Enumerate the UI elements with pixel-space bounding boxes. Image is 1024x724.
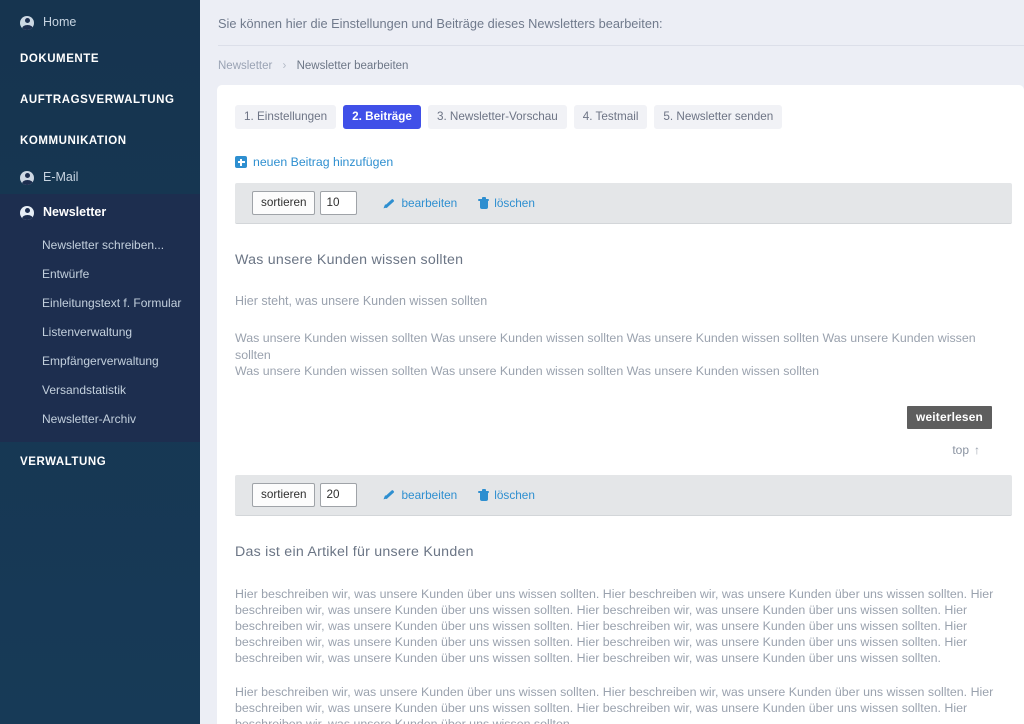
sidebar-subitem-newsletter-archiv[interactable]: Newsletter-Archiv: [0, 405, 200, 434]
sidebar-subitem-entwuerfe[interactable]: Entwürfe: [0, 260, 200, 289]
article-paragraph: Was unsere Kunden wissen sollten Was uns…: [235, 364, 820, 378]
edit-article-button[interactable]: bearbeiten: [383, 196, 457, 210]
user-circle-icon: [20, 15, 34, 30]
sidebar-item-email[interactable]: E-Mail: [0, 161, 200, 194]
pencil-icon: [383, 488, 396, 501]
delete-label: löschen: [494, 487, 535, 502]
sidebar: Home DOKUMENTE AUFTRAGSVERWALTUNG KOMMUN…: [0, 0, 200, 724]
breadcrumb: Newsletter › Newsletter bearbeiten: [200, 46, 1024, 85]
delete-article-button[interactable]: löschen: [478, 488, 535, 502]
sidebar-section-label: DOKUMENTE: [20, 53, 100, 65]
article-paragraph: Hier beschreiben wir, was unsere Kunden …: [235, 586, 994, 666]
article-toolbar: sortieren bearbeiten löschen: [235, 183, 1012, 224]
app-root: Home DOKUMENTE AUFTRAGSVERWALTUNG KOMMUN…: [0, 0, 1024, 724]
article-paragraph: Was unsere Kunden wissen sollten Was uns…: [235, 331, 976, 362]
sidebar-item-home[interactable]: Home: [0, 6, 200, 39]
page-intro-text: Sie können hier die Einstellungen und Be…: [200, 0, 1024, 45]
sidebar-subitem-einleitungstext[interactable]: Einleitungstext f. Formular: [0, 289, 200, 318]
article-body: Das ist ein Artikel für unsere Kunden Hi…: [217, 544, 1018, 724]
tab-newsletter-vorschau[interactable]: 3. Newsletter-Vorschau: [427, 105, 567, 129]
edit-label: bearbeiten: [401, 196, 458, 210]
sidebar-section-kommunikation[interactable]: KOMMUNIKATION: [0, 121, 200, 162]
sidebar-section-label: KOMMUNIKATION: [20, 134, 127, 147]
read-more-button[interactable]: weiterlesen: [907, 405, 992, 429]
sidebar-item-newsletter[interactable]: Newsletter: [0, 194, 200, 231]
tab-einstellungen[interactable]: 1. Einstellungen: [235, 105, 337, 129]
article-toolbar: sortieren bearbeiten löschen: [235, 474, 1012, 516]
sidebar-subitem-listenverwaltung[interactable]: Listenverwaltung: [0, 318, 200, 347]
breadcrumb-root[interactable]: Newsletter: [218, 60, 272, 72]
delete-article-button[interactable]: löschen: [478, 196, 535, 210]
sort-button[interactable]: sortieren: [252, 482, 316, 507]
main-content: Sie können hier die Einstellungen und Be…: [200, 0, 1024, 724]
trash-icon: [478, 197, 490, 209]
add-article-label: neuen Beitrag hinzufügen: [253, 155, 394, 169]
tab-testmail[interactable]: 4. Testmail: [573, 105, 648, 129]
add-article-link[interactable]: neuen Beitrag hinzufügen: [217, 155, 1018, 169]
sidebar-section-label: AUFTRAGSVERWALTUNG: [20, 93, 175, 106]
article-title: Was unsere Kunden wissen sollten: [235, 252, 464, 268]
delete-label: löschen: [494, 196, 535, 210]
sort-button[interactable]: sortieren: [252, 191, 316, 215]
sidebar-item-label: Home: [43, 15, 77, 29]
sidebar-section-auftragsverwaltung[interactable]: AUFTRAGSVERWALTUNG: [0, 80, 200, 121]
sidebar-subitem-versandstatistik[interactable]: Versandstatistik: [0, 376, 200, 405]
trash-icon: [478, 488, 490, 501]
content-card: 1. Einstellungen 2. Beiträge 3. Newslett…: [217, 85, 1024, 724]
wizard-tabs: 1. Einstellungen 2. Beiträge 3. Newslett…: [217, 103, 1018, 129]
edit-article-button[interactable]: bearbeiten: [383, 488, 457, 502]
back-to-top-label: top: [952, 442, 969, 457]
user-circle-icon: [20, 205, 34, 220]
sidebar-subitem-empfaengerverwaltung[interactable]: Empfängerverwaltung: [0, 347, 200, 376]
article-title: Das ist ein Artikel für unsere Kunden: [235, 543, 474, 560]
article-item: sortieren bearbeiten löschen Was unsere …: [217, 183, 1018, 457]
breadcrumb-separator-icon: ›: [282, 60, 287, 72]
sidebar-section-dokumente[interactable]: DOKUMENTE: [0, 39, 200, 80]
user-circle-icon: [20, 170, 34, 185]
plus-square-icon: [235, 156, 247, 168]
tab-newsletter-senden[interactable]: 5. Newsletter senden: [654, 105, 783, 129]
sidebar-item-label: Newsletter: [43, 205, 107, 220]
article-paragraph: Hier beschreiben wir, was unsere Kunden …: [235, 684, 994, 724]
arrow-up-icon: ↑: [974, 442, 980, 457]
article-body: Was unsere Kunden wissen sollten Hier st…: [217, 252, 1018, 457]
pencil-icon: [383, 197, 396, 210]
sidebar-section-verwaltung[interactable]: VERWALTUNG: [0, 442, 200, 483]
sidebar-item-label: E-Mail: [43, 170, 79, 185]
sort-order-input[interactable]: [320, 191, 358, 215]
read-more-row: weiterlesen: [235, 405, 998, 429]
breadcrumb-current: Newsletter bearbeiten: [296, 60, 409, 72]
sort-order-input[interactable]: [320, 482, 358, 507]
article-lead: Hier steht, was unsere Kunden wissen sol…: [235, 294, 488, 308]
sidebar-section-label: VERWALTUNG: [20, 456, 107, 469]
sidebar-subitem-newsletter-schreiben[interactable]: Newsletter schreiben...: [0, 231, 200, 260]
back-to-top-link[interactable]: top ↑: [235, 443, 998, 457]
article-item: sortieren bearbeiten löschen Das ist ein…: [217, 474, 1018, 724]
sidebar-group-newsletter: Newsletter Newsletter schreiben... Entwü…: [0, 194, 200, 443]
edit-label: bearbeiten: [401, 487, 458, 502]
tab-beitraege[interactable]: 2. Beiträge: [343, 105, 421, 129]
